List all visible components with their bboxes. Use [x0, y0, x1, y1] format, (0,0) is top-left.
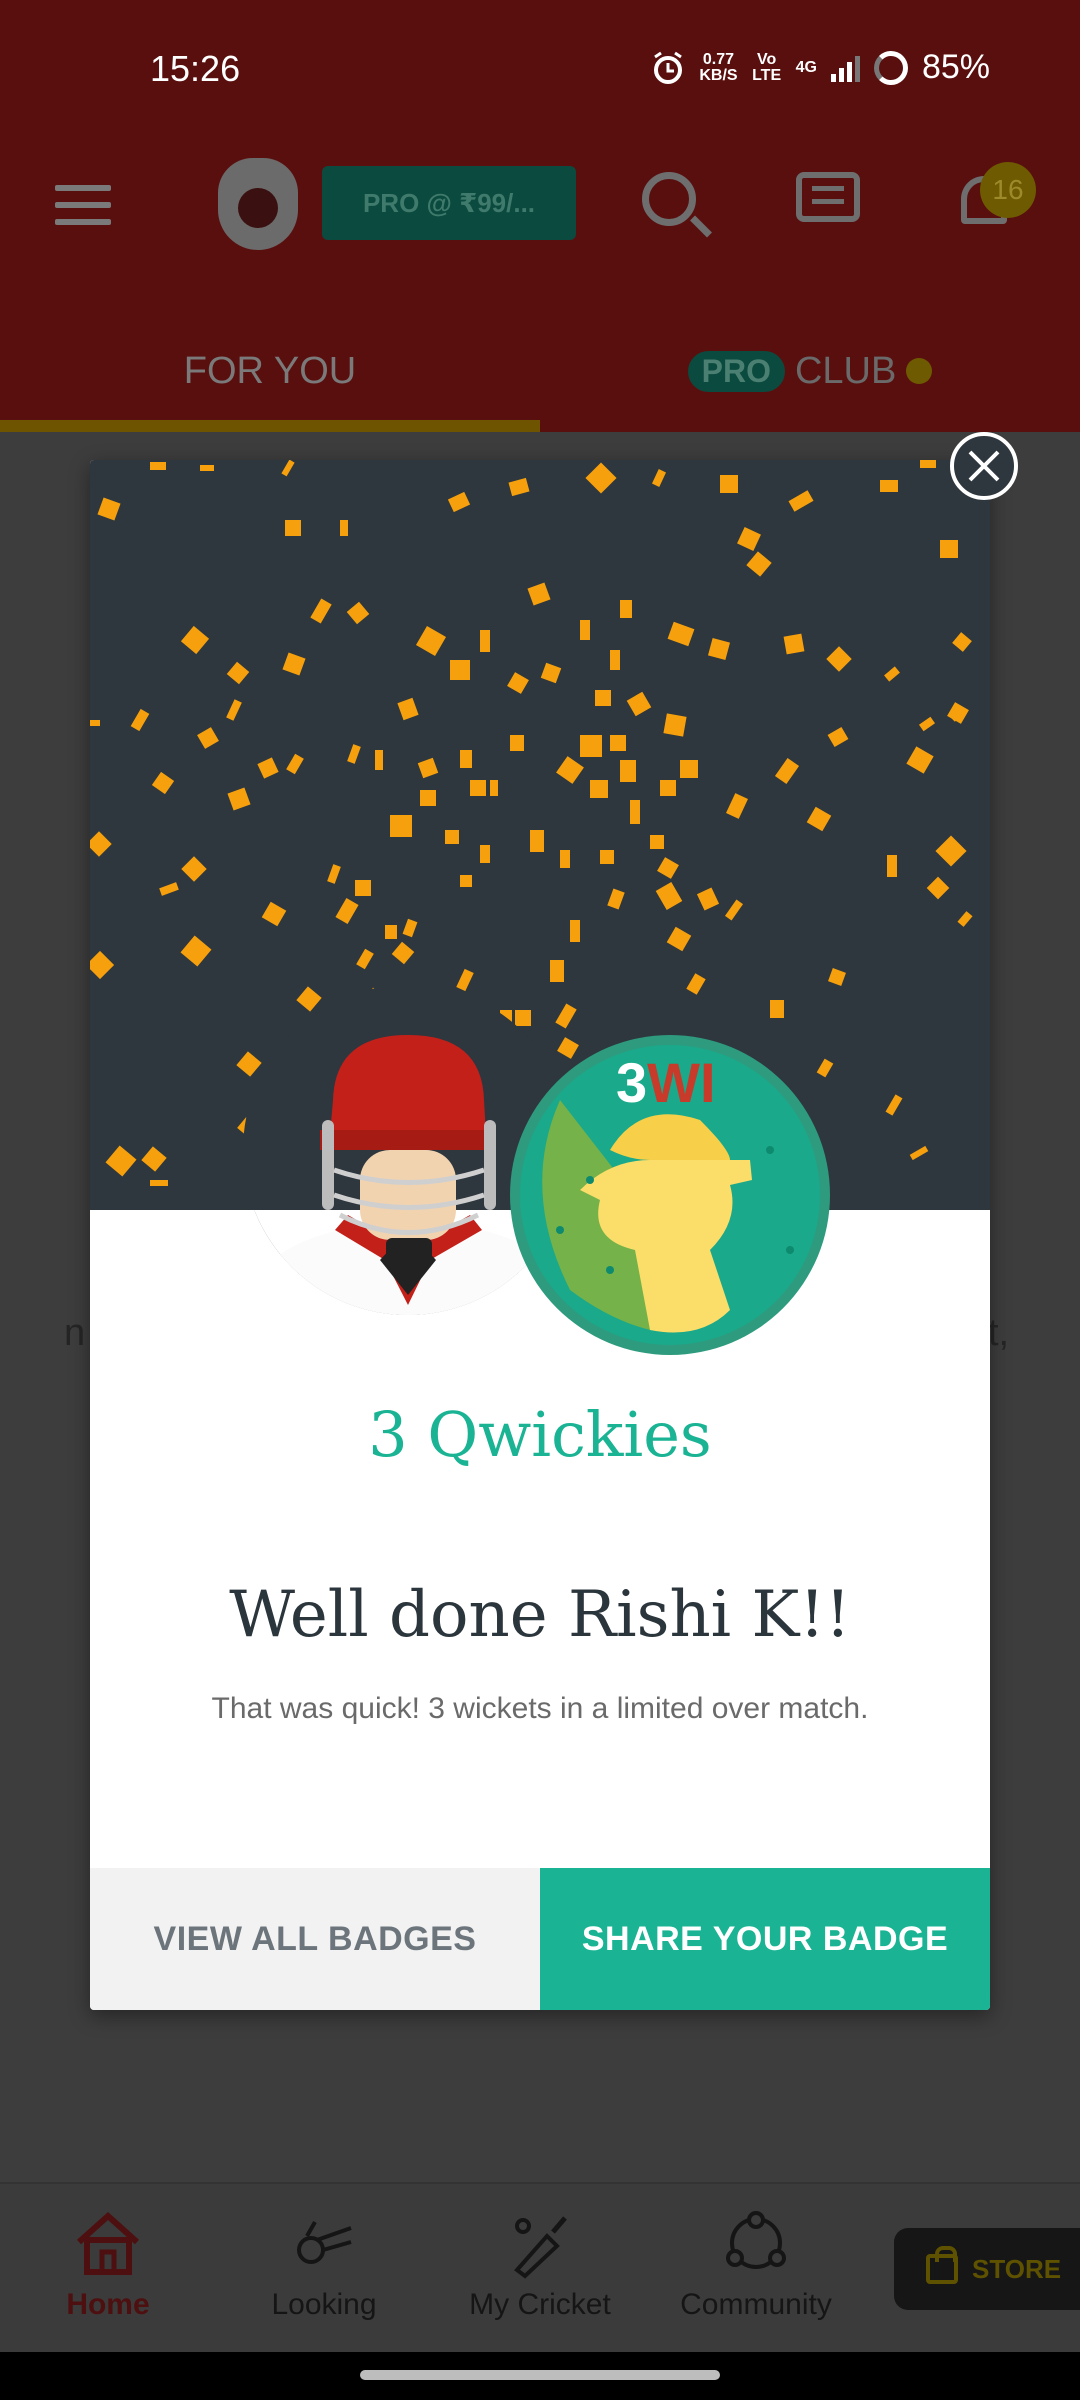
community-icon	[726, 2211, 786, 2269]
nav-community[interactable]: Community	[656, 2206, 856, 2346]
tab-for-you[interactable]: FOR YOU	[0, 320, 540, 422]
status-time: 15:26	[150, 48, 241, 89]
binoculars-icon	[297, 2221, 352, 2264]
badge-code: 3WI	[616, 1050, 716, 1115]
background-text-fragment: t,	[988, 1312, 1010, 1354]
pro-pill: PRO	[687, 350, 785, 392]
badge-name: 3 Qwickies	[368, 1398, 712, 1471]
club-dot-indicator	[906, 358, 933, 384]
home-gesture-bar[interactable]	[360, 2370, 720, 2380]
pro-subscribe-button[interactable]: PRO @ ₹99/...	[322, 166, 576, 240]
chat-icon[interactable]	[796, 172, 860, 222]
badge-description: That was quick! 3 wickets in a limited o…	[211, 1692, 869, 1725]
close-icon	[968, 450, 1000, 482]
app-logo[interactable]	[218, 158, 298, 250]
battery-icon	[873, 50, 908, 85]
bottom-navigation: Home Looking My Cricket Community STORE	[0, 2182, 1080, 2352]
notification-count-badge: 16	[980, 162, 1036, 218]
view-all-badges-button[interactable]: VIEW ALL BADGES	[90, 1868, 540, 2010]
badge-dialog: 3 Qwickies Well done Rishi K!! That was …	[90, 460, 990, 2010]
confetti-decoration	[90, 460, 973, 1186]
badge-code-letters: WI	[647, 1051, 716, 1114]
cricket-bat-icon	[514, 2216, 567, 2279]
dialog-actions: VIEW ALL BADGES SHARE YOUR BADGE	[90, 1868, 990, 2010]
volte-indicator: Vo LTE	[752, 50, 782, 84]
status-icons: 0.77 KB/S Vo LTE 4G 85%	[651, 48, 990, 87]
menu-icon[interactable]	[55, 185, 111, 225]
close-dialog-button[interactable]	[950, 432, 1018, 500]
background-text-fragment: n	[64, 1312, 86, 1354]
network-type: 4G	[795, 58, 817, 76]
share-badge-button[interactable]: SHARE YOUR BADGE	[540, 1868, 990, 2010]
store-button[interactable]: STORE	[894, 2228, 1080, 2310]
search-icon[interactable]	[642, 172, 696, 226]
congrats-heading: Well done Rishi K!!	[229, 1578, 851, 1652]
app-header: 15:26 0.77 KB/S Vo LTE 4G 85% PRO @ ₹99/.…	[0, 0, 1080, 432]
nav-home[interactable]: Home	[8, 2206, 208, 2346]
badge-code-number: 3	[616, 1051, 648, 1114]
top-tabs: FOR YOU PRO CLUB	[0, 320, 1080, 432]
confetti-header	[90, 460, 990, 1210]
shopping-bag-icon	[926, 2246, 958, 2284]
nav-looking-label: Looking	[271, 2288, 377, 2321]
alarm-icon	[654, 51, 683, 84]
notification-bell-icon[interactable]: 16	[955, 162, 1036, 236]
home-icon	[76, 2211, 140, 2275]
toolbar: PRO @ ₹99/... 16	[0, 150, 1080, 260]
tab-active-indicator	[0, 420, 540, 432]
store-label: STORE	[972, 2253, 1062, 2284]
nav-community-label: Community	[680, 2288, 832, 2321]
battery-percent: 85%	[921, 48, 990, 86]
status-bar: 15:26 0.77 KB/S Vo LTE 4G 85%	[0, 0, 1080, 140]
gesture-nav-area	[0, 2352, 1080, 2400]
nav-looking[interactable]: Looking	[224, 2206, 424, 2346]
net-speed: 0.77 KB/S	[699, 50, 738, 84]
nav-my-cricket-label: My Cricket	[469, 2288, 611, 2321]
nav-home-label: Home	[66, 2288, 150, 2321]
signal-icon	[830, 54, 860, 82]
nav-my-cricket[interactable]: My Cricket	[440, 2206, 640, 2346]
tab-pro-club[interactable]: PRO CLUB	[540, 320, 1080, 422]
tab-club-label: CLUB	[794, 349, 897, 392]
